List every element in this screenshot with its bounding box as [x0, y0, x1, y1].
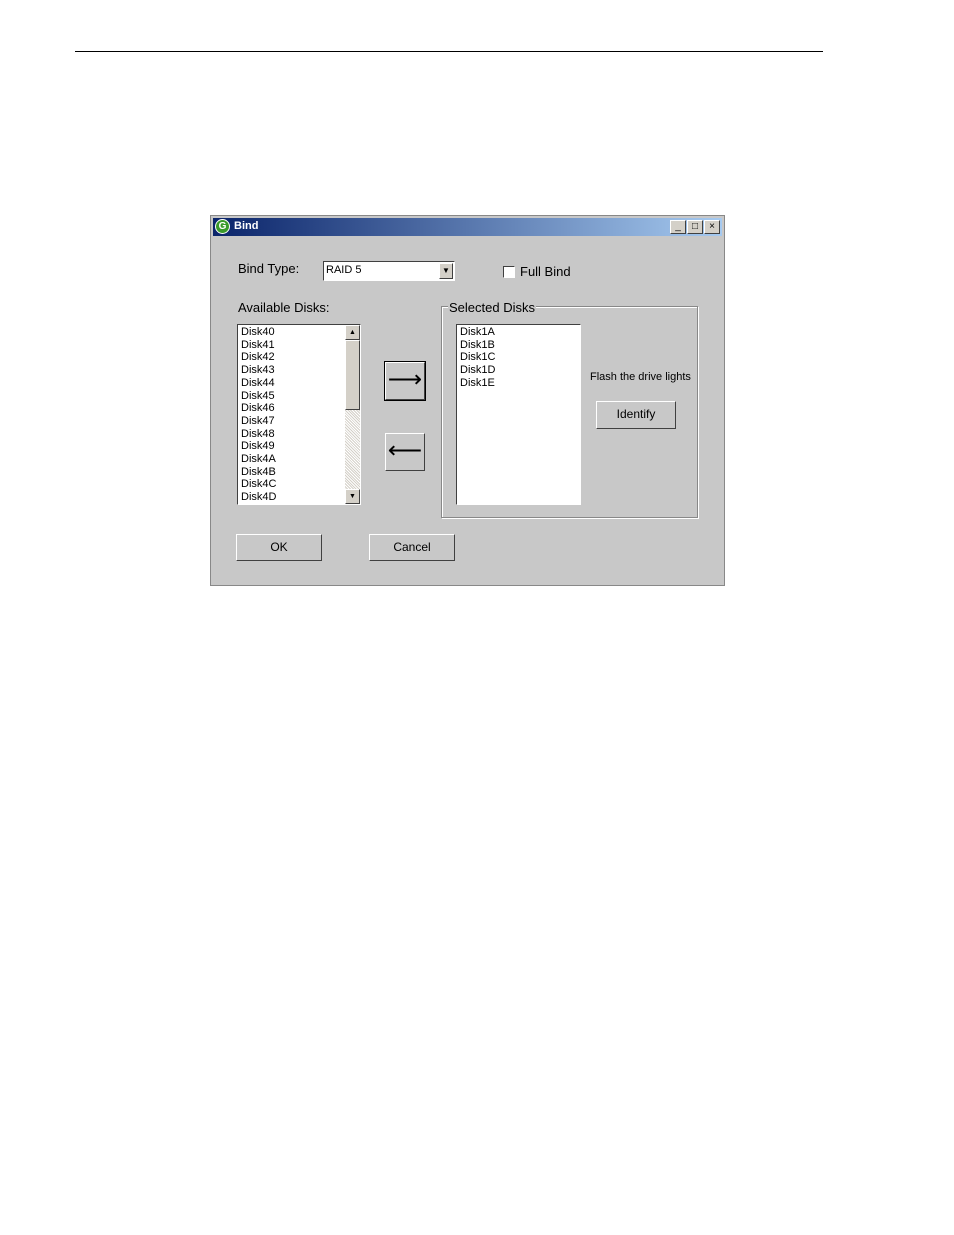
list-item[interactable]: Disk4D — [238, 491, 276, 504]
identify-hint: Flash the drive lights — [590, 371, 691, 383]
page-header-rule — [75, 51, 823, 52]
list-item[interactable]: Disk4C — [238, 478, 276, 491]
list-item[interactable]: Disk1B — [457, 339, 580, 352]
chevron-down-icon[interactable]: ▼ — [439, 263, 453, 279]
arrow-right-icon: ⟶ — [387, 366, 423, 393]
selected-disks-label: Selected Disks — [448, 300, 536, 315]
bind-type-label: Bind Type: — [238, 261, 300, 276]
scroll-down-arrow-icon[interactable]: ▼ — [345, 489, 360, 504]
list-item[interactable]: Disk49 — [238, 440, 276, 453]
list-item[interactable]: Disk47 — [238, 415, 276, 428]
bind-type-value: RAID 5 — [326, 264, 362, 276]
scroll-up-arrow-icon[interactable]: ▲ — [345, 325, 360, 340]
close-button[interactable]: × — [704, 220, 720, 234]
remove-disk-button[interactable]: ⟵ — [385, 433, 425, 471]
list-item[interactable]: Disk44 — [238, 377, 276, 390]
list-item[interactable]: Disk45 — [238, 390, 276, 403]
window-title: Bind — [234, 220, 259, 232]
add-disk-button[interactable]: ⟶ — [384, 361, 426, 401]
list-item[interactable]: Disk1C — [457, 351, 580, 364]
ok-button[interactable]: OK — [236, 534, 322, 561]
list-item[interactable]: Disk4A — [238, 453, 276, 466]
bind-type-select[interactable]: RAID 5 ▼ — [323, 261, 455, 281]
list-item[interactable]: Disk40 — [238, 326, 276, 339]
minimize-button[interactable]: _ — [670, 220, 686, 234]
full-bind-checkbox[interactable] — [503, 266, 515, 278]
list-item[interactable]: Disk1D — [457, 364, 580, 377]
list-item[interactable]: Disk1E — [457, 377, 580, 390]
list-item[interactable]: Disk46 — [238, 402, 276, 415]
maximize-button[interactable]: □ — [687, 220, 703, 234]
app-logo-icon: G — [215, 219, 230, 234]
list-item[interactable]: Disk41 — [238, 339, 276, 352]
arrow-left-icon: ⟵ — [387, 437, 423, 464]
available-disks-label: Available Disks: — [238, 300, 330, 315]
list-item[interactable]: Disk43 — [238, 364, 276, 377]
scrollbar-thumb[interactable] — [345, 340, 360, 410]
bind-dialog: G Bind _ □ × Bind Type: RAID 5 ▼ Full Bi… — [210, 215, 725, 586]
full-bind-label: Full Bind — [520, 264, 571, 279]
cancel-button[interactable]: Cancel — [369, 534, 455, 561]
title-bar[interactable]: G Bind _ □ × — [213, 218, 722, 236]
selected-disks-list[interactable]: Disk1A Disk1B Disk1C Disk1D Disk1E — [456, 324, 581, 505]
list-item[interactable]: Disk42 — [238, 351, 276, 364]
available-disks-list[interactable]: Disk40 Disk41 Disk42 Disk43 Disk44 Disk45 Disk… — [237, 324, 361, 505]
list-item[interactable]: Disk1A — [457, 326, 580, 339]
list-item[interactable]: Disk48 — [238, 428, 276, 441]
available-disks-scrollbar[interactable]: ▲ ▼ — [345, 325, 360, 504]
list-item[interactable]: Disk4B — [238, 466, 276, 479]
identify-button[interactable]: Identify — [596, 401, 676, 429]
